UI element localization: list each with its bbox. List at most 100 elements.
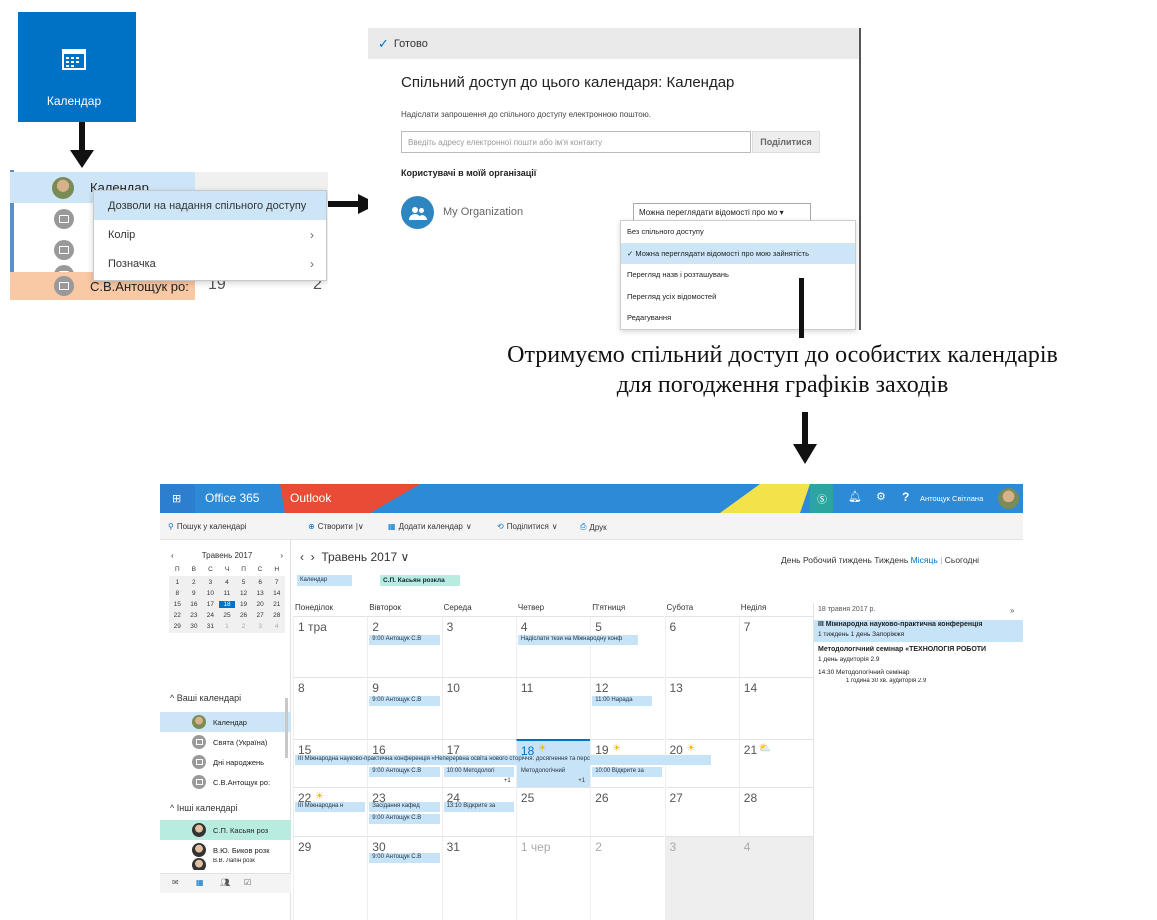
day-cell[interactable]: 12 <box>590 677 665 739</box>
day-cell[interactable]: 31 <box>441 836 516 920</box>
mini-day[interactable]: 14 <box>268 590 285 597</box>
scrollbar[interactable] <box>285 698 288 758</box>
day-cell[interactable]: 27 <box>664 787 739 836</box>
calendar-item[interactable]: В.В. Лапін розк <box>160 858 291 870</box>
day-cell[interactable]: 30 <box>367 836 442 920</box>
day-cell[interactable]: 8 <box>293 677 368 739</box>
mini-day[interactable]: 3 <box>202 579 219 586</box>
mini-day[interactable]: 4 <box>219 579 236 586</box>
mini-day[interactable]: 25 <box>219 612 236 619</box>
app-name[interactable]: Outlook <box>290 491 331 505</box>
more-events-link[interactable]: +1 <box>578 778 585 784</box>
calendar-chip[interactable]: С.П. Касьян розкла <box>380 575 460 586</box>
day-cell[interactable]: 28 <box>738 787 814 836</box>
mini-day[interactable]: 8 <box>169 590 186 597</box>
calendar-event[interactable]: 9:00 Антощук С.В <box>369 696 440 706</box>
day-cell[interactable]: 9 <box>367 677 442 739</box>
calendar-event[interactable]: 9:00 Антощук С.В <box>369 767 440 777</box>
bell-icon[interactable]: 🔔︎ <box>848 490 862 503</box>
mini-day[interactable]: 5 <box>235 579 252 586</box>
email-input[interactable]: Введіть адресу електронної пошти або ім'… <box>401 131 751 153</box>
agenda-item-title[interactable]: III Міжнародна науково-практична конфере… <box>818 621 1020 628</box>
mini-day[interactable]: 10 <box>202 590 219 597</box>
day-cell[interactable]: 3 <box>664 836 739 920</box>
permission-option-edit[interactable]: Редагування <box>621 307 855 329</box>
calendar-event[interactable]: Надіслати тези на Міжнародну конф <box>517 635 638 645</box>
add-calendar-button[interactable]: ▦ Додати календар ∨ <box>388 522 472 531</box>
mini-day[interactable]: 18 <box>218 601 236 608</box>
mini-day[interactable]: 30 <box>186 623 203 630</box>
mini-day[interactable]: 22 <box>169 612 186 619</box>
done-button[interactable]: Готово <box>394 38 428 50</box>
mini-day[interactable]: 12 <box>235 590 252 597</box>
day-cell[interactable]: 13 <box>664 677 739 739</box>
next-icon[interactable]: › <box>311 550 315 564</box>
mini-day[interactable]: 17 <box>202 601 219 608</box>
calendar-event[interactable]: Засідання кафед <box>369 802 440 812</box>
day-cell[interactable]: 14 <box>738 677 814 739</box>
mini-day[interactable]: 13 <box>252 590 269 597</box>
day-cell[interactable]: 7 <box>738 616 814 677</box>
mini-day[interactable]: 29 <box>169 623 186 630</box>
day-cell[interactable]: 10 <box>441 677 516 739</box>
calendar-event[interactable]: 10:00 Методологі <box>443 767 514 777</box>
user-name[interactable]: Антощук Світлана <box>920 494 983 503</box>
mini-day[interactable]: 26 <box>235 612 252 619</box>
chevron-down-icon[interactable]: ∨ <box>401 550 410 564</box>
tasks-icon[interactable]: ☑ <box>244 878 251 887</box>
mini-day[interactable]: 4 <box>268 623 285 630</box>
view-week[interactable]: Тиждень <box>874 555 908 565</box>
calendar-event[interactable]: 10:00 Відкрите за <box>592 767 663 777</box>
mini-day[interactable]: 28 <box>268 612 285 619</box>
permission-option-titles-locations[interactable]: Перегляд назв і розташувань <box>621 264 855 286</box>
app-launcher-icon[interactable]: ⊞ <box>172 492 181 505</box>
your-calendars-header[interactable]: ^ Ваші календарі <box>170 693 241 703</box>
day-cell[interactable]: 29 <box>293 836 368 920</box>
day-cell[interactable]: 21 <box>738 739 814 787</box>
menu-item-tag[interactable]: Позначка › <box>94 249 326 278</box>
month-title[interactable]: Травень 2017 <box>321 550 397 564</box>
mini-day[interactable]: 6 <box>252 579 269 586</box>
mini-day[interactable]: 3 <box>252 623 269 630</box>
calendar-event[interactable]: III Міжнародна науково-практична конфере… <box>295 755 711 765</box>
calendar-item[interactable]: Дні народжень <box>160 752 291 772</box>
calendar-event[interactable]: Методологічний <box>517 767 589 777</box>
search-box[interactable]: ⚲ Пошук у календарі <box>168 522 246 531</box>
day-cell[interactable]: 5 <box>590 616 665 677</box>
print-button[interactable]: ⎙ Друк <box>580 522 607 532</box>
mini-day[interactable]: 19 <box>235 601 252 608</box>
calendar-icon[interactable]: ▦ <box>196 878 204 887</box>
mini-day[interactable]: 2 <box>235 623 252 630</box>
share-button[interactable]: Поділитися <box>752 131 820 153</box>
calendar-item[interactable]: С.П. Касьян роз <box>160 820 291 840</box>
day-cell[interactable]: 4 <box>738 836 814 920</box>
prev-month-icon[interactable]: ‹ <box>171 551 174 560</box>
view-workweek[interactable]: Робочий тиждень <box>803 555 872 565</box>
day-cell[interactable]: 4 <box>515 616 591 677</box>
calendar-event[interactable]: 13:10 Відкрите за <box>443 802 514 812</box>
mini-day[interactable]: 1 <box>169 579 186 586</box>
day-cell[interactable]: 2 <box>367 616 442 677</box>
brand-name[interactable]: Office 365 <box>205 491 259 505</box>
permission-option-none[interactable]: Без спільного доступу <box>621 221 855 243</box>
calendar-event[interactable]: III Міжнародна н <box>295 802 366 812</box>
agenda-item-title[interactable]: Методологічний семінар <box>836 669 1016 676</box>
day-cell[interactable]: 6 <box>664 616 739 677</box>
help-icon[interactable]: ? <box>902 490 909 504</box>
calendar-item[interactable]: Календар <box>160 712 291 732</box>
view-month[interactable]: Місяць <box>911 555 938 565</box>
calendar-event[interactable]: 9:00 Антощук С.В <box>369 635 440 645</box>
today-button[interactable]: Сьогодні <box>945 555 979 565</box>
day-cell[interactable]: 26 <box>590 787 665 836</box>
mini-day[interactable]: 20 <box>252 601 269 608</box>
next-month-icon[interactable]: › <box>280 551 283 560</box>
more-events-link[interactable]: +1 <box>504 778 511 784</box>
mini-day[interactable]: 23 <box>186 612 203 619</box>
calendar-event[interactable]: 9:00 Антощук С.В <box>369 853 440 863</box>
calendar-event[interactable]: 9:00 Антощук С.В <box>369 814 440 824</box>
permission-option-all-details[interactable]: Перегляд усіх відомостей <box>621 286 855 308</box>
mini-day[interactable]: 21 <box>268 601 285 608</box>
day-cell[interactable]: 1 тра <box>293 616 368 677</box>
mini-day[interactable]: 15 <box>169 601 186 608</box>
mini-day[interactable]: 7 <box>268 579 285 586</box>
